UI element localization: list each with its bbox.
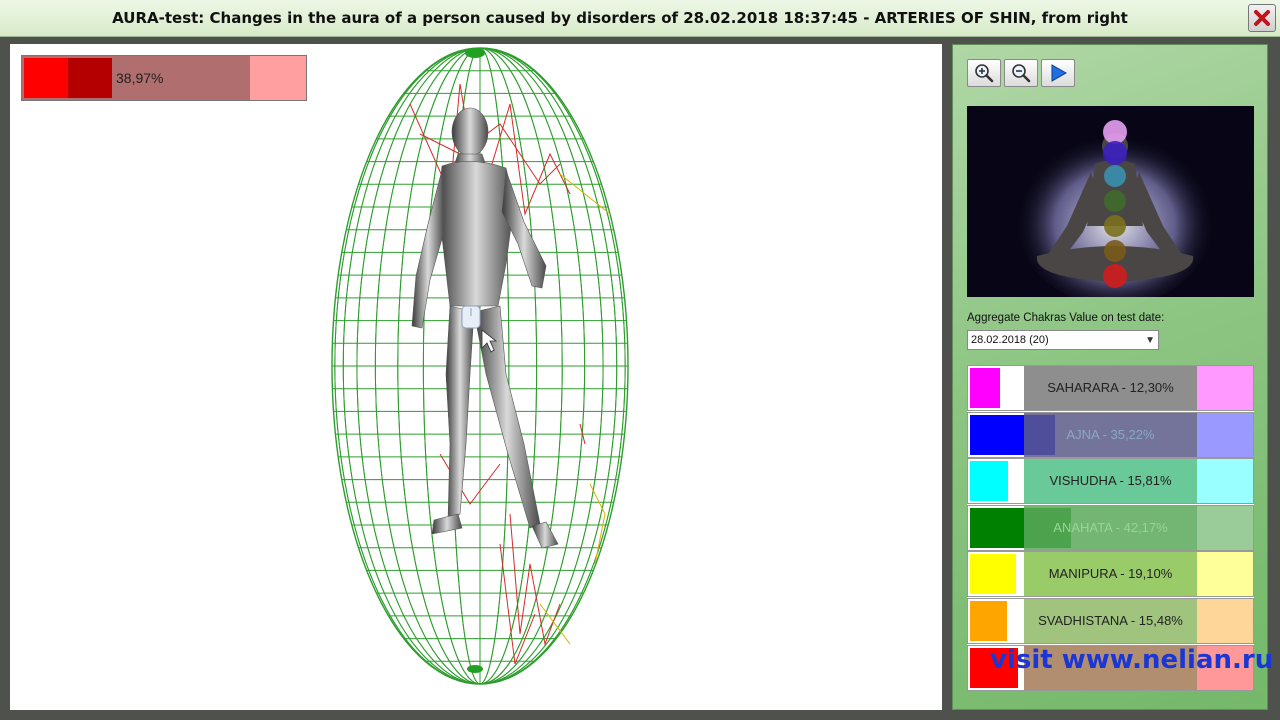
zoom-out-button[interactable]: [1004, 59, 1038, 87]
zoom-out-icon: [1012, 64, 1031, 83]
test-date-select[interactable]: 28.02.2018 (20) ▼: [967, 330, 1159, 350]
chakra-panel: Aggregate Chakras Value on test date: 28…: [952, 44, 1268, 710]
chakra-list: SAHARARA - 12,30% AJNA - 35,22% VISHUDHA -…: [967, 365, 1254, 691]
aura-level-bar: 38,97%: [21, 55, 307, 101]
chevron-down-icon: ▼: [1145, 335, 1155, 346]
chakra-row-svadhistana[interactable]: SVADHISTANA - 15,48%: [967, 598, 1254, 644]
chakra-label: VISHUDHA - 15,81%: [1049, 473, 1172, 488]
close-icon: [1254, 10, 1270, 26]
aura-wireframe: [331, 47, 629, 685]
aura-level-fill-dark: [68, 58, 112, 98]
chakra-row-manipura[interactable]: MANIPURA - 19,10%: [967, 551, 1254, 597]
zoom-in-button[interactable]: [967, 59, 1001, 87]
chakra-label: ANAHATA - 42,17%: [1053, 520, 1168, 535]
close-button[interactable]: [1248, 4, 1276, 32]
chakra-row-anahata[interactable]: ANAHATA - 42,17%: [967, 505, 1254, 551]
aura-viewport[interactable]: 38,97%: [10, 44, 942, 710]
aggregate-label: Aggregate Chakras Value on test date:: [967, 312, 1165, 324]
chakra-row-vishudha[interactable]: VISHUDHA - 15,81%: [967, 458, 1254, 504]
chakra-row-saharara[interactable]: SAHARARA - 12,30%: [967, 365, 1254, 411]
aura-level-tint: [250, 56, 306, 100]
meditation-chakra-image: [967, 106, 1254, 297]
play-icon: [1051, 64, 1068, 82]
chakra-label: MANIPURA - 19,10%: [1048, 566, 1173, 581]
zoom-in-icon: [975, 64, 994, 83]
aura-level-fill: [24, 58, 68, 98]
play-button[interactable]: [1041, 59, 1075, 87]
window-title: AURA-test: Changes in the aura of a pers…: [112, 9, 1128, 27]
chakra-row-ajna[interactable]: AJNA - 35,22%: [967, 412, 1254, 458]
test-date-value: 28.02.2018 (20): [971, 334, 1049, 346]
chakra-label: SAHARARA - 12,30%: [1047, 380, 1174, 395]
chakra-label: AJNA - 35,22%: [1066, 427, 1155, 442]
watermark: visit www.nelian.ru: [990, 645, 1274, 675]
title-bar: AURA-test: Changes in the aura of a pers…: [0, 0, 1280, 37]
aura-level-value: 38,97%: [116, 70, 164, 86]
chakra-label: SVADHISTANA - 15,48%: [1038, 613, 1183, 628]
